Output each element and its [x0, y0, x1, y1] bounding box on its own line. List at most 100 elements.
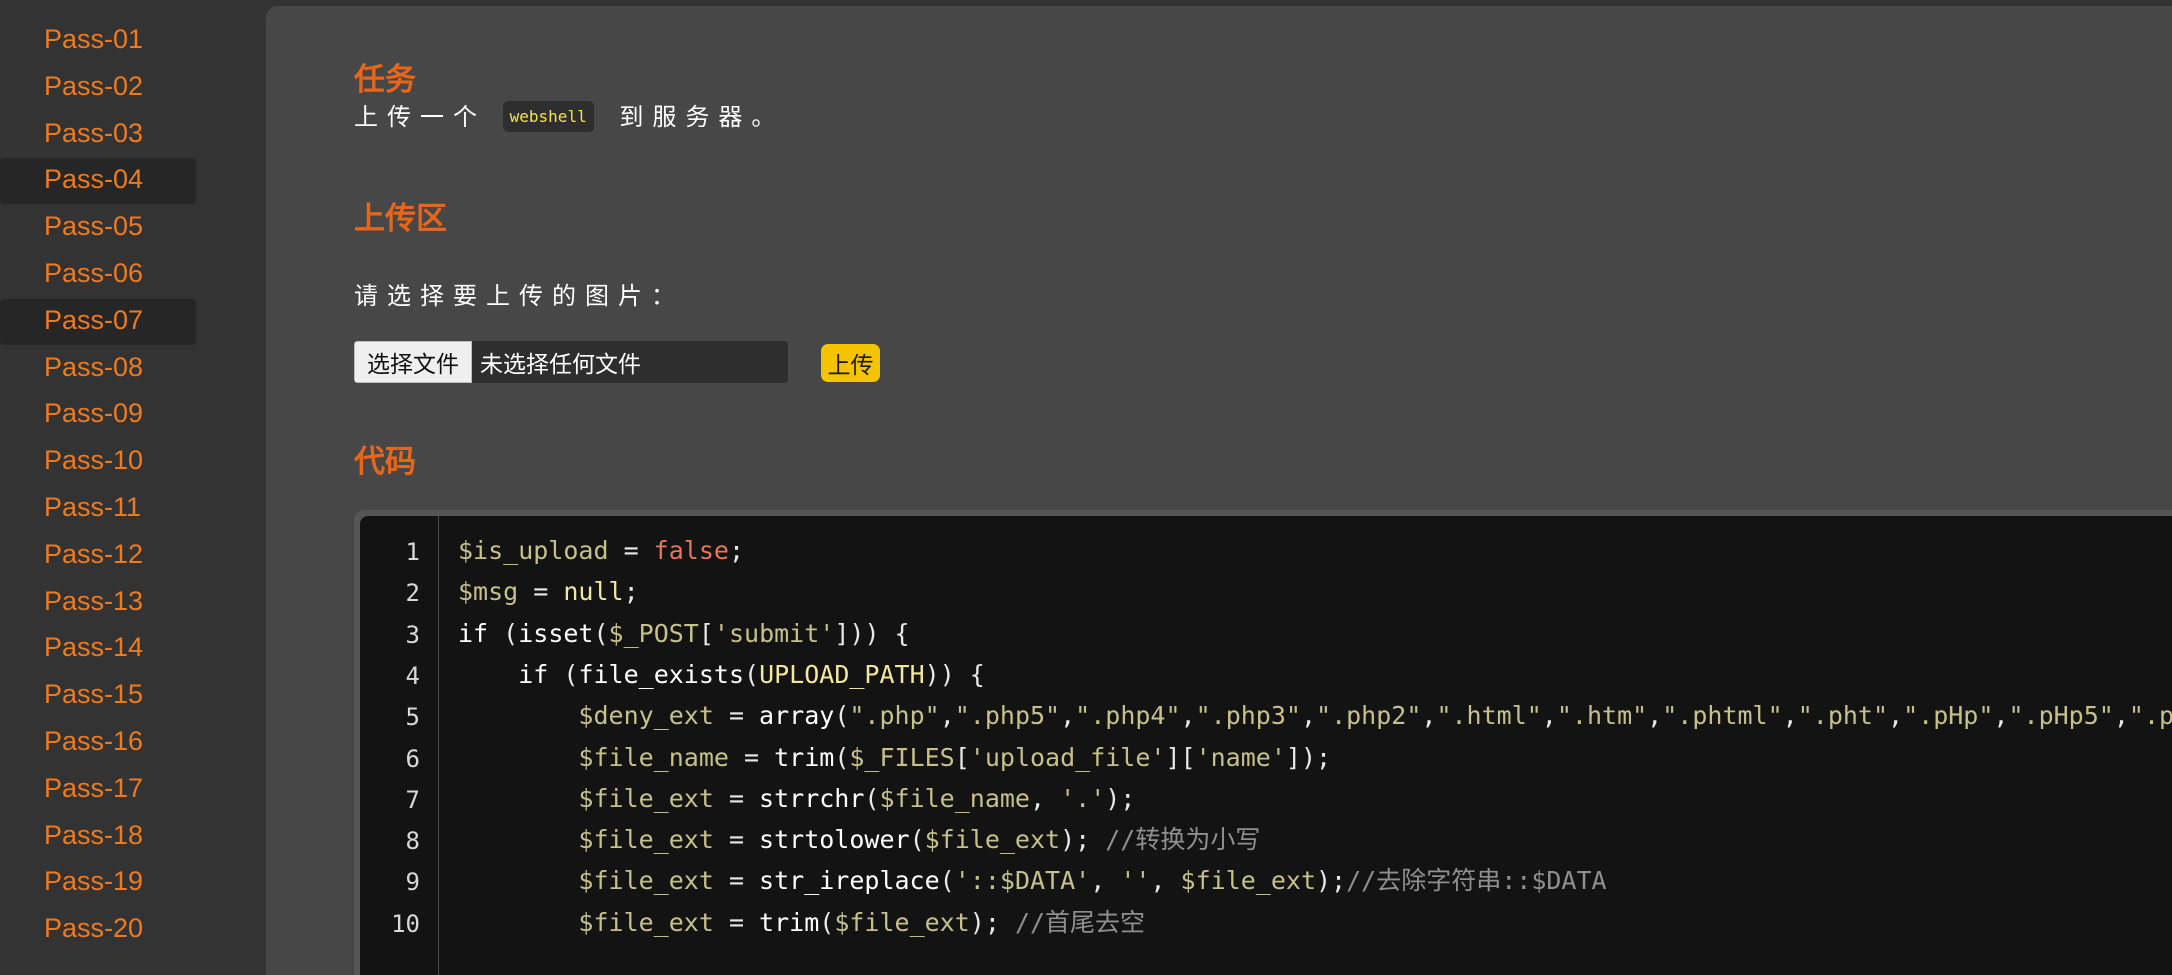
code-line: $msg = null;	[458, 571, 639, 612]
code-token: ,	[1993, 701, 2009, 731]
code-token: $file_ext	[578, 825, 714, 855]
code-token: =	[713, 907, 760, 937]
code-line: if (file_exists(UPLOAD_PATH)) {	[458, 654, 985, 695]
code-token: $file_ext	[578, 907, 714, 937]
code-token: $file_name	[879, 783, 1030, 813]
sidebar-item-pass-15[interactable]: Pass-15	[0, 673, 196, 719]
code-block[interactable]: 1 2 3 4 5 6 7 8 9 10 $is_upload = false; $msg = nu…	[360, 516, 2172, 975]
sidebar-item-pass-09[interactable]: Pass-09	[0, 392, 196, 438]
main-content: 任务 上传一个 webshell 到服务器。 上传区 请选择要上传的图片： 选择…	[266, 6, 2172, 975]
code-token: (	[864, 783, 880, 813]
sidebar-item-pass-16[interactable]: Pass-16	[0, 720, 196, 766]
sidebar-item-pass-06[interactable]: Pass-06	[0, 252, 196, 298]
code-token: $_POST	[608, 618, 699, 648]
line-number: 6	[405, 744, 420, 773]
code-token: ,	[939, 701, 955, 731]
code-line: if (isset($_POST['submit'])) {	[458, 613, 910, 654]
code-token: ,	[1421, 701, 1437, 731]
code-token: ,	[1782, 701, 1798, 731]
code-token: (	[834, 742, 850, 772]
code-token: strrchr	[759, 783, 865, 813]
code-token: trim	[774, 742, 835, 772]
upload-heading: 上传区	[354, 201, 447, 237]
code-token: ]);	[1285, 742, 1332, 772]
code-token: ".pht"	[1797, 701, 1889, 731]
code-line: $file_ext = strtolower($file_ext); //转换为…	[458, 819, 1260, 860]
code-token: ])) {	[834, 618, 910, 648]
sidebar-item-pass-08[interactable]: Pass-08	[0, 346, 196, 392]
code-token: ".php3"	[1195, 701, 1301, 731]
code-token: if	[458, 618, 489, 648]
code-token: )) {	[924, 659, 985, 689]
line-number: 9	[405, 868, 420, 897]
code-token: $file_ext	[924, 825, 1061, 855]
code-token: $file_ext	[1180, 866, 1316, 896]
sidebar-item-pass-20[interactable]: Pass-20	[0, 907, 196, 953]
sidebar-item-pass-01[interactable]: Pass-01	[0, 18, 196, 64]
code-token: //转换为小写	[1105, 825, 1261, 855]
sidebar-item-pass-11[interactable]: Pass-11	[0, 486, 196, 532]
sidebar-item-pass-03[interactable]: Pass-03	[0, 112, 196, 158]
code-token: ,	[1541, 701, 1557, 731]
code-panel: 1 2 3 4 5 6 7 8 9 10 $is_upload = false; $msg = nu…	[354, 510, 2172, 975]
code-token: ".pHp4"	[2128, 701, 2172, 731]
code-token: [	[698, 618, 714, 648]
code-token: UPLOAD_PATH	[759, 659, 925, 689]
code-token: $file_ext	[578, 866, 714, 896]
code-line: $file_ext = strrchr($file_name, '.');	[458, 778, 1135, 819]
code-token: ".php4"	[1075, 701, 1181, 731]
code-token: if	[518, 659, 549, 689]
code-token: $file_ext	[578, 783, 714, 813]
code-token: $is_upload	[458, 536, 609, 565]
code-token: =	[713, 701, 760, 731]
code-token: str_ireplace	[759, 866, 940, 896]
sidebar-item-pass-05[interactable]: Pass-05	[0, 205, 196, 251]
sidebar-item-pass-02[interactable]: Pass-02	[0, 65, 196, 111]
file-input[interactable]: 选择文件 未选择任何文件	[354, 341, 788, 383]
sidebar-item-pass-17[interactable]: Pass-17	[0, 767, 196, 813]
code-token: =	[713, 783, 760, 813]
task-description: 上传一个 webshell 到服务器。	[354, 97, 784, 134]
sidebar-item-pass-18[interactable]: Pass-18	[0, 814, 196, 860]
sidebar-item-pass-04[interactable]: Pass-04	[0, 158, 196, 205]
code-token: (	[939, 866, 955, 896]
code-token: ,	[1060, 701, 1076, 731]
sidebar-item-pass-10[interactable]: Pass-10	[0, 439, 196, 485]
code-token: ,	[1090, 866, 1121, 896]
code-line: $deny_ext = array(".php",".php5",".php4"…	[458, 695, 2172, 736]
line-number: 4	[405, 661, 420, 690]
code-token: );	[969, 907, 1015, 937]
code-token: 'upload_file'	[969, 742, 1166, 772]
sidebar-item-pass-07[interactable]: Pass-07	[0, 298, 196, 345]
sidebar-item-pass-19[interactable]: Pass-19	[0, 860, 196, 906]
line-number-gutter: 1 2 3 4 5 6 7 8 9 10	[360, 516, 439, 975]
code-line: $file_ext = trim($file_ext); //首尾去空	[458, 902, 1145, 943]
code-token: (	[744, 659, 760, 689]
code-token: $msg	[458, 577, 519, 607]
code-token: ,	[1888, 701, 1904, 731]
code-token: ".php"	[849, 701, 940, 731]
sidebar-item-pass-13[interactable]: Pass-13	[0, 580, 196, 626]
webshell-code: webshell	[502, 100, 594, 132]
code-token: ,	[1150, 866, 1181, 896]
code-line: $is_upload = false;	[458, 530, 744, 571]
sidebar-item-pass-12[interactable]: Pass-12	[0, 533, 196, 579]
upload-button[interactable]: 上传	[821, 344, 880, 382]
task-heading: 任务	[354, 62, 416, 98]
code-lines: $is_upload = false; $msg = null; if (isset…	[458, 516, 2172, 975]
sidebar-item-pass-14[interactable]: Pass-14	[0, 626, 196, 672]
code-token: ][	[1165, 742, 1196, 772]
task-text-after: 到服务器。	[619, 103, 785, 131]
code-token: $file_name	[578, 742, 729, 772]
code-token: trim	[759, 907, 820, 937]
sidebar-list: Pass-01 Pass-02 Pass-03 Pass-04 Pass-05 Pass-…	[0, 18, 196, 954]
code-token: ,	[1029, 783, 1061, 813]
choose-file-button[interactable]: 选择文件	[354, 341, 472, 383]
code-token: (	[834, 701, 850, 731]
line-number: 3	[405, 620, 420, 649]
